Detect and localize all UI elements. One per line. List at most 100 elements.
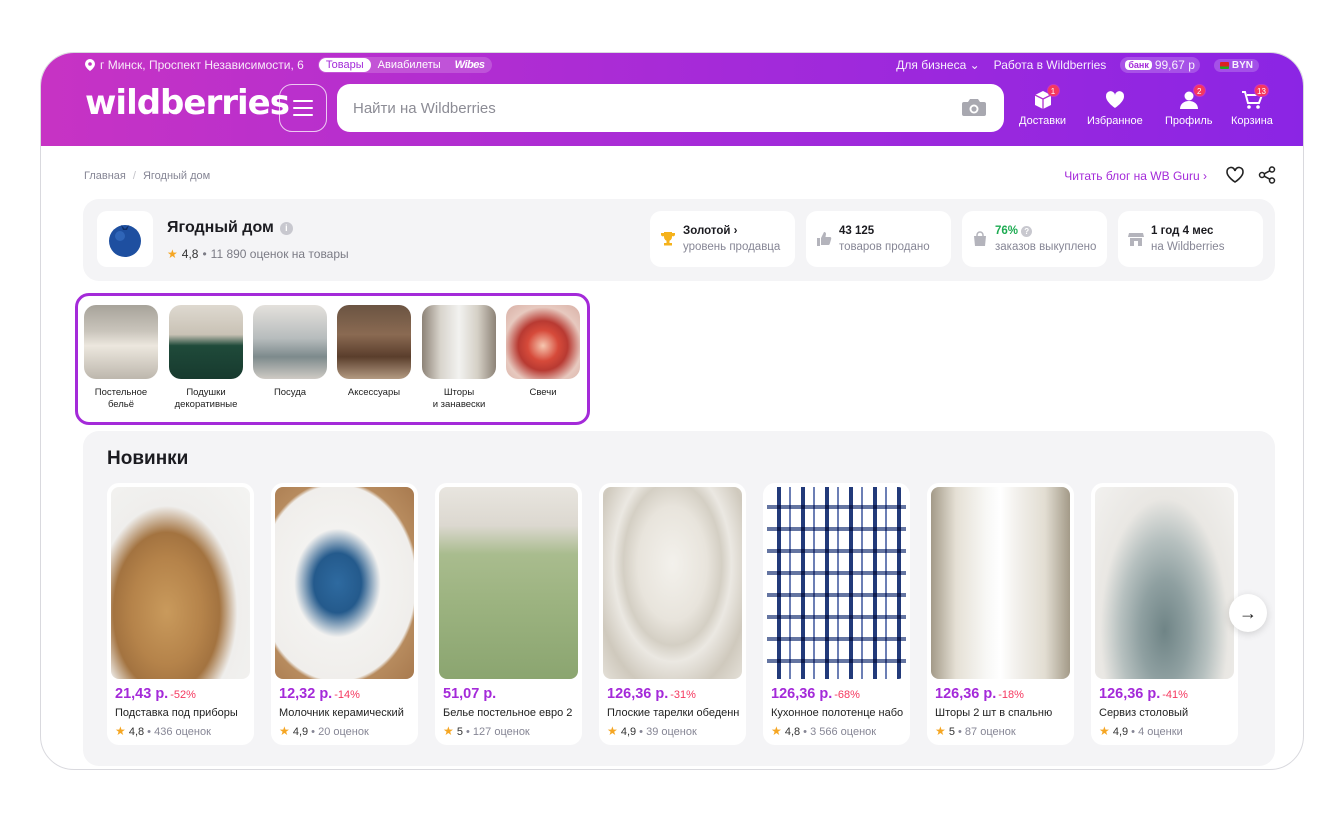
reviews-count: 127 оценок <box>472 726 530 738</box>
product-card[interactable]: 126,36 р. -68% Кухонное полотенце набор ★… <box>763 483 910 745</box>
stat-tenure: 1 год 4 мес на Wildberries <box>1118 211 1263 267</box>
location[interactable]: г Минск, Проспект Независимости, 6 <box>85 58 304 72</box>
bank-tag: банк <box>1125 60 1152 70</box>
product-card[interactable]: 12,32 р. -14% Молочник керамический ★ 4,9… <box>271 483 418 745</box>
stat-label: на Wildberries <box>1151 240 1225 253</box>
seller-rating-value: 4,8 <box>181 247 199 261</box>
logo[interactable]: wildberries <box>85 83 290 123</box>
carousel-next-button[interactable]: → <box>1229 594 1267 632</box>
product-image <box>603 487 742 679</box>
new-arrivals-section: Новинки 21,43 р. -52% Подставка под прибо… <box>83 431 1275 766</box>
reviews-count: 4 оценки <box>1138 726 1183 738</box>
product-card[interactable]: 126,36 р. -18% Шторы 2 шт в спальню ★ 5 •… <box>927 483 1074 745</box>
star-icon: ★ <box>771 724 782 738</box>
category-pillows[interactable]: Подушки декоративные <box>169 305 243 410</box>
nav-label: Корзина <box>1231 115 1273 127</box>
product-card[interactable]: 51,07 р. Белье постельное евро 2 ★ 5 • 1… <box>435 483 582 745</box>
menu-button[interactable] <box>279 84 327 132</box>
star-icon: ★ <box>115 724 126 738</box>
product-card[interactable]: 126,36 р. -31% Плоские тарелки обеденные … <box>599 483 746 745</box>
blog-link[interactable]: Читать блог на WB Guru › <box>1064 169 1207 183</box>
category-dishes[interactable]: Посуда <box>253 305 327 399</box>
nav-profile[interactable]: 2 Профиль <box>1165 84 1213 127</box>
stat-text: 1 год 4 мес на Wildberries <box>1151 224 1224 255</box>
product-name: Подставка под приборы <box>115 707 238 719</box>
stat-buyout: 76% ? заказов выкуплено <box>962 211 1107 267</box>
nav-cart[interactable]: 13 Корзина <box>1231 84 1273 127</box>
chevron-right-icon: › <box>1203 169 1207 183</box>
category-label: Аксессуары <box>347 387 401 398</box>
tab-goods[interactable]: Товары <box>318 58 371 72</box>
stat-label: уровень продавца <box>683 240 781 253</box>
product-card[interactable]: 21,43 р. -52% Подставка под приборы ★ 4,8… <box>107 483 254 745</box>
product-card[interactable]: 126,36 р. -41% Сервиз столовый ★ 4,9 • 4 … <box>1091 483 1238 745</box>
seller-name: Ягодный дом i <box>167 219 293 237</box>
trophy-icon <box>661 232 675 246</box>
deliveries-badge: 1 <box>1046 84 1060 97</box>
product-price: 126,36 р. -68% <box>771 686 860 702</box>
category-image <box>84 305 158 379</box>
product-price: 126,36 р. -18% <box>935 686 1024 702</box>
share-icon[interactable] <box>1257 165 1277 185</box>
favorite-heart-icon[interactable] <box>1225 165 1245 185</box>
category-label: Постельное бельё <box>94 387 148 410</box>
service-tabs: Товары Авиабилеты Wibes <box>317 57 493 73</box>
currency-selector[interactable]: BYN <box>1213 58 1259 72</box>
product-price: 12,32 р. -14% <box>279 686 360 702</box>
seller-name-text: Ягодный дом <box>167 219 274 236</box>
category-image <box>253 305 327 379</box>
category-curtains[interactable]: Шторы и занавески <box>422 305 496 410</box>
nav-label: Избранное <box>1087 115 1143 127</box>
arrow-right-icon: → <box>1239 602 1257 623</box>
discount-badge: -18% <box>998 689 1024 701</box>
cart-badge: 13 <box>1254 84 1269 97</box>
category-bedding[interactable]: Постельное бельё <box>84 305 158 410</box>
tab-wibes[interactable]: Wibes <box>448 58 492 72</box>
product-image <box>111 487 250 679</box>
bank-balance[interactable]: банк 99,67 р <box>1120 57 1200 73</box>
price-value: 126,36 р. <box>607 686 669 702</box>
category-candles[interactable]: Свечи <box>506 305 580 399</box>
price-value: 126,36 р. <box>935 686 997 702</box>
business-link[interactable]: Для бизнеса ⌄ <box>896 58 979 72</box>
stat-sold: 43 125 товаров продано <box>806 211 951 267</box>
nav-deliveries[interactable]: 1 Доставки <box>1019 84 1066 127</box>
chevron-right-icon: › <box>733 224 738 237</box>
discount-badge: -41% <box>1162 689 1188 701</box>
stat-level[interactable]: Золотой › уровень продавца <box>650 211 795 267</box>
product-rating: ★ 5 • 87 оценок <box>935 724 1016 738</box>
product-rating: ★ 5 • 127 оценок <box>443 724 530 738</box>
category-image <box>506 305 580 379</box>
stat-value: 1 год 4 мес <box>1151 224 1214 237</box>
help-icon[interactable]: ? <box>1021 225 1033 237</box>
blueberry-logo-icon <box>109 225 141 257</box>
star-icon: ★ <box>443 724 454 738</box>
breadcrumb-home[interactable]: Главная <box>84 170 126 182</box>
category-accessories[interactable]: Аксессуары <box>337 305 411 399</box>
category-image <box>337 305 411 379</box>
cart-icon: 13 <box>1241 84 1269 111</box>
reviews-count: 39 оценок <box>646 726 697 738</box>
info-icon[interactable]: i <box>279 221 293 235</box>
product-name: Шторы 2 шт в спальню <box>935 707 1053 719</box>
star-icon: ★ <box>935 724 946 738</box>
location-text: г Минск, Проспект Независимости, 6 <box>100 58 304 72</box>
product-name: Белье постельное евро 2 <box>443 707 573 719</box>
chevron-down-icon: ⌄ <box>969 58 980 72</box>
shop-icon <box>1128 233 1144 246</box>
product-name: Сервиз столовый <box>1099 707 1189 719</box>
camera-icon[interactable] <box>962 97 986 117</box>
product-price: 51,07 р. <box>443 686 498 702</box>
search-input[interactable] <box>353 99 933 117</box>
category-label: Свечи <box>529 387 557 398</box>
breadcrumb-current: Ягодный дом <box>142 170 211 182</box>
jobs-link[interactable]: Работа в Wildberries <box>994 58 1107 72</box>
tab-avia[interactable]: Авиабилеты <box>371 58 448 72</box>
product-rating: ★ 4,9 • 39 оценок <box>607 724 697 738</box>
profile-icon: 2 <box>1178 84 1206 111</box>
stat-label: заказов выкуплено <box>995 240 1097 253</box>
nav-favorites[interactable]: Избранное <box>1087 89 1143 127</box>
product-name: Плоские тарелки обеденные <box>607 707 739 719</box>
seller-avatar <box>97 211 153 267</box>
bag-icon <box>974 231 986 246</box>
